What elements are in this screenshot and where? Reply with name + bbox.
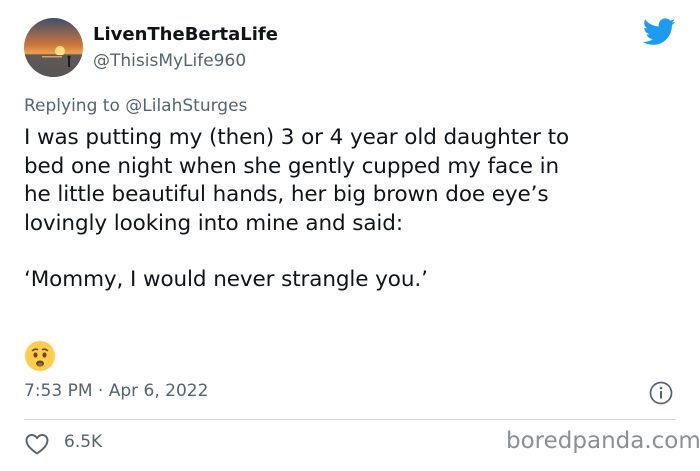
reply-mention-link[interactable]: @LilahSturges	[125, 96, 247, 116]
tweet-text: I was putting my (then) 3 or 4 year old …	[24, 124, 684, 295]
tweet-timestamp[interactable]: 7:53 PM · Apr 6, 2022	[24, 381, 208, 401]
twitter-bird-icon[interactable]	[642, 18, 676, 46]
user-handle[interactable]: @ThisisMyLife960	[93, 51, 246, 71]
avatar[interactable]	[24, 18, 83, 77]
info-icon[interactable]	[649, 381, 673, 405]
tweet-quote: ‘Mommy, I would never strangle you.’	[24, 267, 428, 292]
tweet-card: LivenTheBertaLife @ThisisMyLife960 Reply…	[0, 0, 700, 471]
watermark: boredpanda.com	[506, 428, 700, 454]
tweet-line: lovingly looking into mine and said:	[24, 210, 403, 236]
replying-to-label: Replying to	[24, 96, 120, 116]
sunset-avatar-icon	[24, 18, 83, 77]
display-name[interactable]: LivenTheBertaLife	[93, 24, 278, 45]
tweet-line: he little beautiful hands, her big brown…	[24, 182, 549, 207]
tweet-line: bed one night when she gently cupped my …	[24, 153, 560, 179]
like-count[interactable]: 6.5K	[64, 432, 102, 452]
worried-face-emoji-icon	[24, 340, 56, 372]
heart-icon[interactable]	[24, 432, 50, 456]
replying-to: Replying to @LilahSturges	[24, 96, 247, 116]
tweet-line: I was putting my (then) 3 or 4 year old …	[24, 125, 570, 150]
divider	[24, 419, 676, 420]
